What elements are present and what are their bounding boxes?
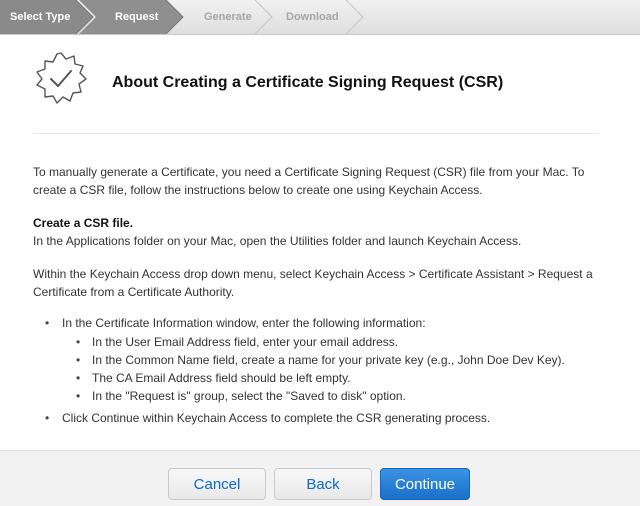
step-select-type[interactable]: Select Type (10, 0, 70, 34)
cancel-button[interactable]: Cancel (168, 468, 266, 500)
continue-button[interactable]: Continue (380, 468, 470, 500)
sub-list-item: In the "Request is" group, select the "S… (62, 387, 608, 405)
applications-instruction: In the Applications folder on your Mac, … (33, 234, 522, 248)
step-download: Download (286, 11, 339, 23)
list-item: Click Continue within Keychain Access to… (33, 409, 608, 427)
page-header: About Creating a Certificate Signing Req… (33, 50, 613, 120)
list-item-text: Click Continue within Keychain Access to… (62, 411, 491, 425)
keychain-instruction: Within the Keychain Access drop down men… (33, 267, 593, 299)
sub-list-item: In the User Email Address field, enter y… (62, 333, 608, 351)
intro-text: To manually generate a Certificate, you … (33, 165, 585, 197)
sub-list-item: In the Common Name field, create a name … (62, 351, 608, 369)
page-title: About Creating a Certificate Signing Req… (112, 74, 504, 91)
header-divider (33, 133, 598, 134)
step-generate: Generate (204, 11, 252, 23)
steps-list: In the Certificate Information window, e… (33, 314, 608, 427)
step-divider-4 (345, 0, 364, 34)
back-button[interactable]: Back (274, 468, 372, 500)
list-item: In the Certificate Information window, e… (33, 314, 608, 405)
sub-steps-list: In the User Email Address field, enter y… (62, 333, 608, 405)
sub-list-item: The CA Email Address field should be lef… (62, 369, 608, 387)
section-heading: Create a CSR file. (33, 216, 134, 230)
list-item-text: In the Certificate Information window, e… (62, 316, 426, 330)
step-request[interactable]: Request (115, 0, 158, 34)
certificate-badge-icon (36, 52, 87, 104)
step-divider-3 (254, 0, 273, 34)
footer-actions: Cancel Back Continue (0, 450, 640, 506)
step-progress-bar: Select Type Request Generate Download (0, 0, 640, 35)
